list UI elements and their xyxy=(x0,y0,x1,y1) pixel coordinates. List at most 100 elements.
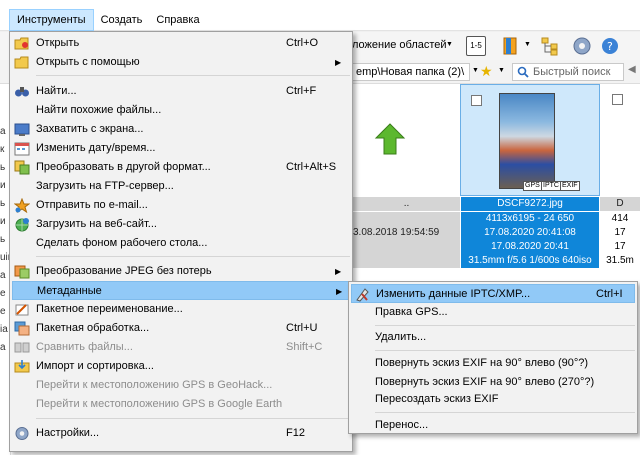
submenu-item-delete[interactable]: Удалить... xyxy=(351,328,635,347)
menu-item-gps-geohack[interactable]: Перейти к местоположению GPS в GeoHack..… xyxy=(12,376,350,395)
page-range-icon[interactable]: 1-5 xyxy=(466,36,486,56)
calendar-icon xyxy=(14,141,30,156)
menu-item-change-date[interactable]: Изменить дату/время... xyxy=(12,139,350,158)
menu-item-label: Повернуть эскиз EXIF на 90° влево (90°?) xyxy=(375,357,589,369)
menu-item-batch-rename[interactable]: Пакетное переименование... xyxy=(12,300,350,319)
binoculars-icon xyxy=(14,84,30,99)
file-date-short: 17.08.2020 20:41 xyxy=(461,240,599,254)
open-folder-icon xyxy=(14,36,30,51)
right-cell: 17 xyxy=(600,240,640,254)
tree-item[interactable]: е xyxy=(0,288,6,299)
menu-item-label: Открыть xyxy=(36,37,80,49)
path-dropdown-arrow-icon[interactable]: ▼ xyxy=(472,67,479,74)
tree-item[interactable]: ь xyxy=(0,198,5,209)
submenu-arrow-icon: ▶ xyxy=(335,58,342,67)
thumbnail-selected[interactable]: GPS IPTC EXIF xyxy=(460,84,600,196)
layout-button-label[interactable]: ложение областей xyxy=(352,39,447,51)
metadata-submenu: Изменить данные IPTC/XMP... Ctrl+I Правк… xyxy=(348,281,638,434)
menu-item-upload-ftp[interactable]: Загрузить на FTP-сервер... xyxy=(12,177,350,196)
bookmark-icon[interactable] xyxy=(500,36,520,56)
tree-item[interactable]: ь xyxy=(0,234,5,245)
file-date-full: 17.08.2020 20:41:08 xyxy=(461,226,599,240)
menu-item-shortcut: Ctrl+U xyxy=(286,322,318,334)
menu-item-send-email[interactable]: Отправить по e-mail... xyxy=(12,196,350,215)
menu-item-settings[interactable]: Настройки... F12 xyxy=(12,424,350,443)
globe-upload-icon xyxy=(14,217,30,232)
menu-item-batch-process[interactable]: Пакетная обработка... Ctrl+U xyxy=(12,319,350,338)
submenu-arrow-icon: ▶ xyxy=(335,267,342,276)
right-cell: 414 xyxy=(600,212,640,226)
tree-item[interactable]: и xyxy=(0,216,6,227)
menu-item-import-sort[interactable]: Импорт и сортировка... xyxy=(12,357,350,376)
batch-process-icon xyxy=(14,321,30,336)
menu-item-convert-format[interactable]: Преобразовать в другой формат... Ctrl+Al… xyxy=(12,158,350,177)
tree-item[interactable]: е xyxy=(0,306,6,317)
menu-item-open[interactable]: Открыть Ctrl+O xyxy=(12,34,350,53)
favorite-star-icon[interactable]: ★ xyxy=(480,63,493,80)
menu-item-label: Открыть с помощью xyxy=(36,56,140,68)
menu-item-label: Загрузить на веб-сайт... xyxy=(36,218,157,230)
tree-item[interactable]: и xyxy=(0,180,6,191)
menu-item-gps-google-earth[interactable]: Перейти к местоположению GPS в Google Ea… xyxy=(12,395,350,414)
menu-bar-edge xyxy=(0,9,9,31)
search-icon xyxy=(517,66,529,78)
submenu-item-rotate-exif-90[interactable]: Повернуть эскиз EXIF на 90° влево (90°?) xyxy=(351,354,635,373)
menu-item-label: Преобразовать в другой формат... xyxy=(36,161,211,173)
menu-item-compare-files[interactable]: Сравнить файлы... Shift+C xyxy=(12,338,350,357)
favorite-dropdown-arrow-icon[interactable]: ▼ xyxy=(498,67,505,74)
settings-gear-icon[interactable] xyxy=(572,36,592,56)
iptc-badge: IPTC xyxy=(541,181,561,191)
submenu-arrow-icon: ▶ xyxy=(336,287,343,296)
menu-item-capture-screen[interactable]: Захватить с экрана... xyxy=(12,120,350,139)
menu-item-find[interactable]: Найти... Ctrl+F xyxy=(12,82,350,101)
tree-item[interactable]: а xyxy=(0,342,6,353)
submenu-item-recreate-exif-thumb[interactable]: Пересоздать эскиз EXIF xyxy=(351,390,635,409)
thumbnail-checkbox[interactable] xyxy=(612,94,623,105)
menu-item-label: Импорт и сортировка... xyxy=(36,360,154,372)
menu-item-metadata[interactable]: Метаданные ▶ xyxy=(12,281,350,300)
tree-structure-icon[interactable] xyxy=(540,36,560,56)
tools-menu: Открыть Ctrl+O Открыть с помощью ▶ Найти… xyxy=(9,31,353,452)
photo-thumbnail-image xyxy=(499,93,555,189)
search-input[interactable]: Быстрый поиск xyxy=(512,63,624,81)
parent-cell xyxy=(353,254,460,268)
right-cell: 17 xyxy=(600,226,640,240)
dropdown-arrow-icon[interactable]: ▼ xyxy=(446,41,466,61)
menu-item-label: Сделать фоном рабочего стола... xyxy=(36,237,208,249)
tree-item[interactable]: ia xyxy=(0,324,8,335)
help-icon[interactable]: ? xyxy=(600,36,620,56)
scroll-left-icon[interactable]: ◀ xyxy=(628,64,636,75)
menu-item-set-wallpaper[interactable]: Сделать фоном рабочего стола... xyxy=(12,234,350,253)
parent-folder-icon[interactable] xyxy=(370,120,410,160)
menu-item-label: Изменить данные IPTC/XMP... xyxy=(376,288,531,300)
tree-item[interactable]: а xyxy=(0,270,6,281)
menu-item-label: Захватить с экрана... xyxy=(36,123,144,135)
submenu-item-edit-gps[interactable]: Правка GPS... xyxy=(351,303,635,322)
menu-bar: Инструменты Создать Справка xyxy=(0,8,640,31)
menu-item-label: Перейти к местоположению GPS в Google Ea… xyxy=(36,398,283,410)
tree-item[interactable]: к xyxy=(0,144,4,155)
path-field[interactable]: emp\Новая папка (2)\ xyxy=(352,63,470,81)
file-name: DSCF9272.jpg xyxy=(461,197,599,211)
menu-tools[interactable]: Инструменты xyxy=(9,8,94,31)
menu-item-label: Найти... xyxy=(36,85,77,97)
search-placeholder: Быстрый поиск xyxy=(533,66,611,78)
file-exposure: 31.5mm f/5.6 1/600s 640iso xyxy=(461,254,599,268)
menu-item-upload-web[interactable]: Загрузить на веб-сайт... xyxy=(12,215,350,234)
menu-item-find-similar[interactable]: Найти похожие файлы... xyxy=(12,101,350,120)
menu-item-label: Удалить... xyxy=(375,331,427,343)
email-icon xyxy=(14,198,30,213)
menu-help[interactable]: Справка xyxy=(149,9,206,31)
tree-item[interactable]: а xyxy=(0,126,6,137)
menu-item-open-with[interactable]: Открыть с помощью ▶ xyxy=(12,53,350,72)
parent-cell xyxy=(353,240,460,254)
svg-text:?: ? xyxy=(607,40,613,53)
tree-item[interactable]: ь xyxy=(0,162,5,173)
submenu-item-transfer[interactable]: Перенос... xyxy=(351,416,635,435)
menu-create[interactable]: Создать xyxy=(94,9,150,31)
convert-icon xyxy=(14,160,30,175)
menu-item-jpeg-lossless[interactable]: Преобразование JPEG без потерь ▶ xyxy=(12,262,350,281)
menu-item-label: Пересоздать эскиз EXIF xyxy=(375,393,499,405)
submenu-item-edit-iptc-xmp[interactable]: Изменить данные IPTC/XMP... Ctrl+I xyxy=(351,284,635,303)
thumbnail-checkbox[interactable] xyxy=(471,95,482,106)
